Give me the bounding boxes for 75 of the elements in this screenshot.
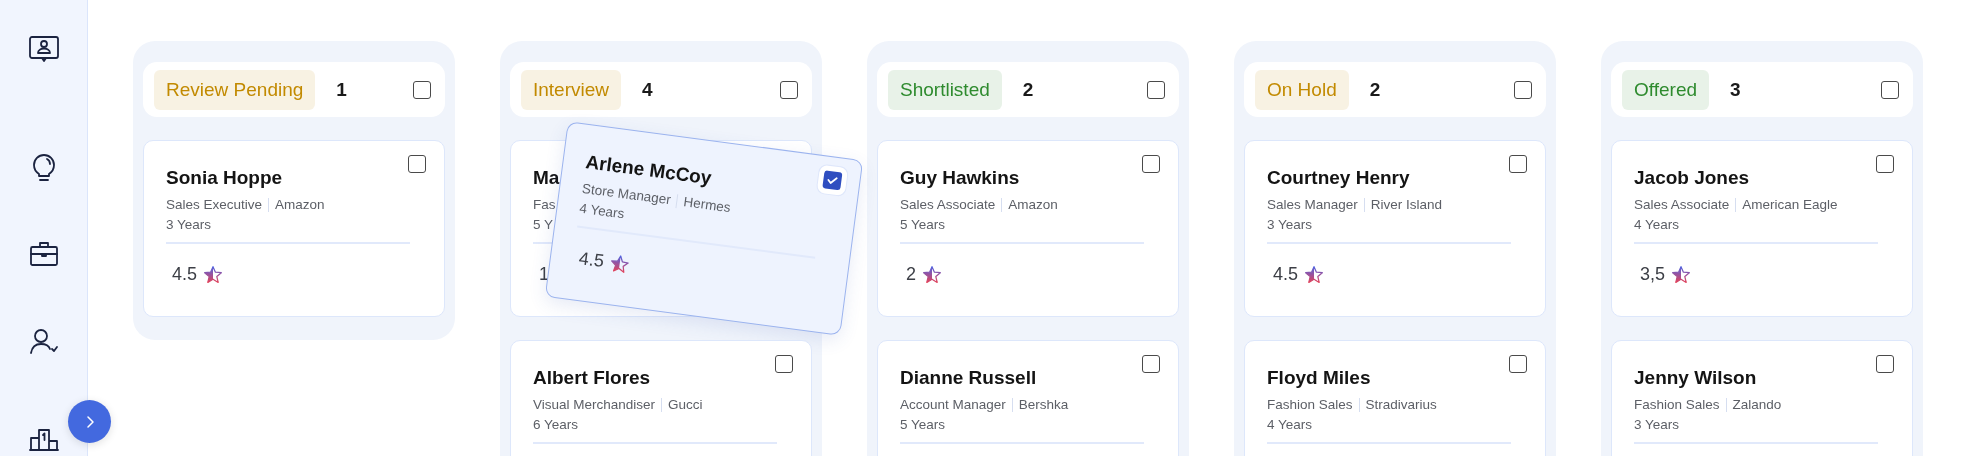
- company-name: Zalando: [1732, 397, 1782, 412]
- company-name: Gucci: [668, 397, 703, 412]
- status-tag: Review Pending: [154, 69, 316, 110]
- star-icon: [1304, 264, 1325, 285]
- company-name: American Eagle: [1742, 197, 1838, 212]
- company-name: Bershka: [1018, 397, 1069, 412]
- checkbox[interactable]: [780, 80, 798, 99]
- candidate-name: Jenny Wilson: [1634, 367, 1757, 389]
- star-icon: [1671, 264, 1692, 285]
- experience-text: 5 Years: [900, 417, 946, 432]
- candidate-name: Sonia Hoppe: [166, 167, 283, 189]
- job-title: Fashion Sales: [1634, 397, 1720, 412]
- experience-text: 3 Years: [1267, 217, 1313, 232]
- status-tag: Offered: [1622, 69, 1710, 110]
- rating-value: 2: [906, 264, 916, 285]
- checkbox[interactable]: [1514, 80, 1532, 99]
- checkbox[interactable]: [1876, 355, 1894, 373]
- job-title: Sales Executive: [166, 197, 263, 212]
- star-icon: [608, 252, 631, 275]
- candidate-card[interactable]: Jacob Jones Sales Associate American Eagle 4 Years 3,5: [1611, 140, 1913, 317]
- job-title: Account Manager: [900, 397, 1006, 412]
- experience-text: 4 Years: [1634, 217, 1680, 232]
- candidate-card[interactable]: Albert Flores Visual Merchandiser Gucci 6 Years: [510, 340, 812, 456]
- checkbox[interactable]: [1142, 355, 1160, 373]
- job-title: Fashion Sales: [1267, 397, 1353, 412]
- star-icon: [203, 264, 224, 285]
- candidate-name: Jacob Jones: [1634, 167, 1750, 189]
- experience-text: 4 Years: [578, 200, 626, 222]
- candidate-card[interactable]: Courtney Henry Sales Manager River Island 3 Years 4.5: [1244, 140, 1546, 317]
- job-title: Visual Merchandiser: [533, 397, 656, 412]
- checkbox[interactable]: [413, 80, 431, 99]
- rating-value: 3,5: [1640, 264, 1666, 285]
- candidate-count: 3: [1730, 78, 1742, 101]
- checkbox[interactable]: [1876, 155, 1894, 173]
- rating-value: 4.5: [172, 264, 198, 285]
- candidate-name: Albert Flores: [533, 367, 651, 389]
- job-title: Sales Manager: [1267, 197, 1358, 212]
- candidate-card[interactable]: Dianne Russell Account Manager Bershka 5 Years: [877, 340, 1179, 456]
- checkbox[interactable]: [1142, 155, 1160, 173]
- candidate-name: Guy Hawkins: [900, 167, 1020, 189]
- candidate-card[interactable]: Sonia Hoppe Sales Executive Amazon 3 Years 4.5: [143, 140, 445, 317]
- star-icon: [922, 264, 942, 285]
- job-title: Sales Associate: [1634, 197, 1730, 212]
- checkbox[interactable]: [408, 155, 426, 173]
- company-name: Hermes: [682, 194, 732, 216]
- job-title: Sales Associate: [900, 197, 996, 212]
- checkbox[interactable]: [775, 355, 793, 373]
- checkbox[interactable]: [1881, 80, 1899, 99]
- company-name: River Island: [1370, 197, 1443, 212]
- company-name: Amazon: [1008, 197, 1058, 212]
- candidate-card[interactable]: Floyd Miles Fashion Sales Stradivarius 4 Years: [1244, 340, 1546, 456]
- candidate-count: 2: [1369, 78, 1382, 101]
- candidate-count: 1: [336, 78, 348, 101]
- experience-text: 3 Years: [166, 217, 212, 232]
- candidate-name: Courtney Henry: [1267, 167, 1410, 189]
- company-name: Amazon: [275, 197, 325, 212]
- rating-value: 4.5: [1273, 264, 1299, 285]
- experience-text: 5 Years: [900, 217, 946, 232]
- candidate-name: Dianne Russell: [900, 367, 1037, 389]
- checkbox[interactable]: [1509, 155, 1527, 173]
- status-tag: Interview: [521, 69, 622, 110]
- experience-text: 6 Years: [533, 417, 579, 432]
- checkbox[interactable]: [1147, 80, 1165, 99]
- status-tag: On Hold: [1255, 69, 1349, 110]
- experience-text: 4 Years: [1267, 417, 1313, 432]
- experience-text: 3 Years: [1634, 417, 1680, 432]
- candidate-card[interactable]: Jenny Wilson Fashion Sales Zalando 3 Years: [1611, 340, 1913, 456]
- candidate-card[interactable]: Guy Hawkins Sales Associate Amazon 5 Years 2: [877, 140, 1179, 317]
- checkbox[interactable]: [1509, 355, 1527, 373]
- company-name: Stradivarius: [1365, 397, 1437, 412]
- status-tag: Shortlisted: [888, 69, 1002, 110]
- candidate-count: 2: [1022, 78, 1035, 101]
- candidate-count: 4: [642, 78, 654, 101]
- candidate-name: Floyd Miles: [1267, 367, 1371, 389]
- rating-value: 4.5: [577, 248, 606, 273]
